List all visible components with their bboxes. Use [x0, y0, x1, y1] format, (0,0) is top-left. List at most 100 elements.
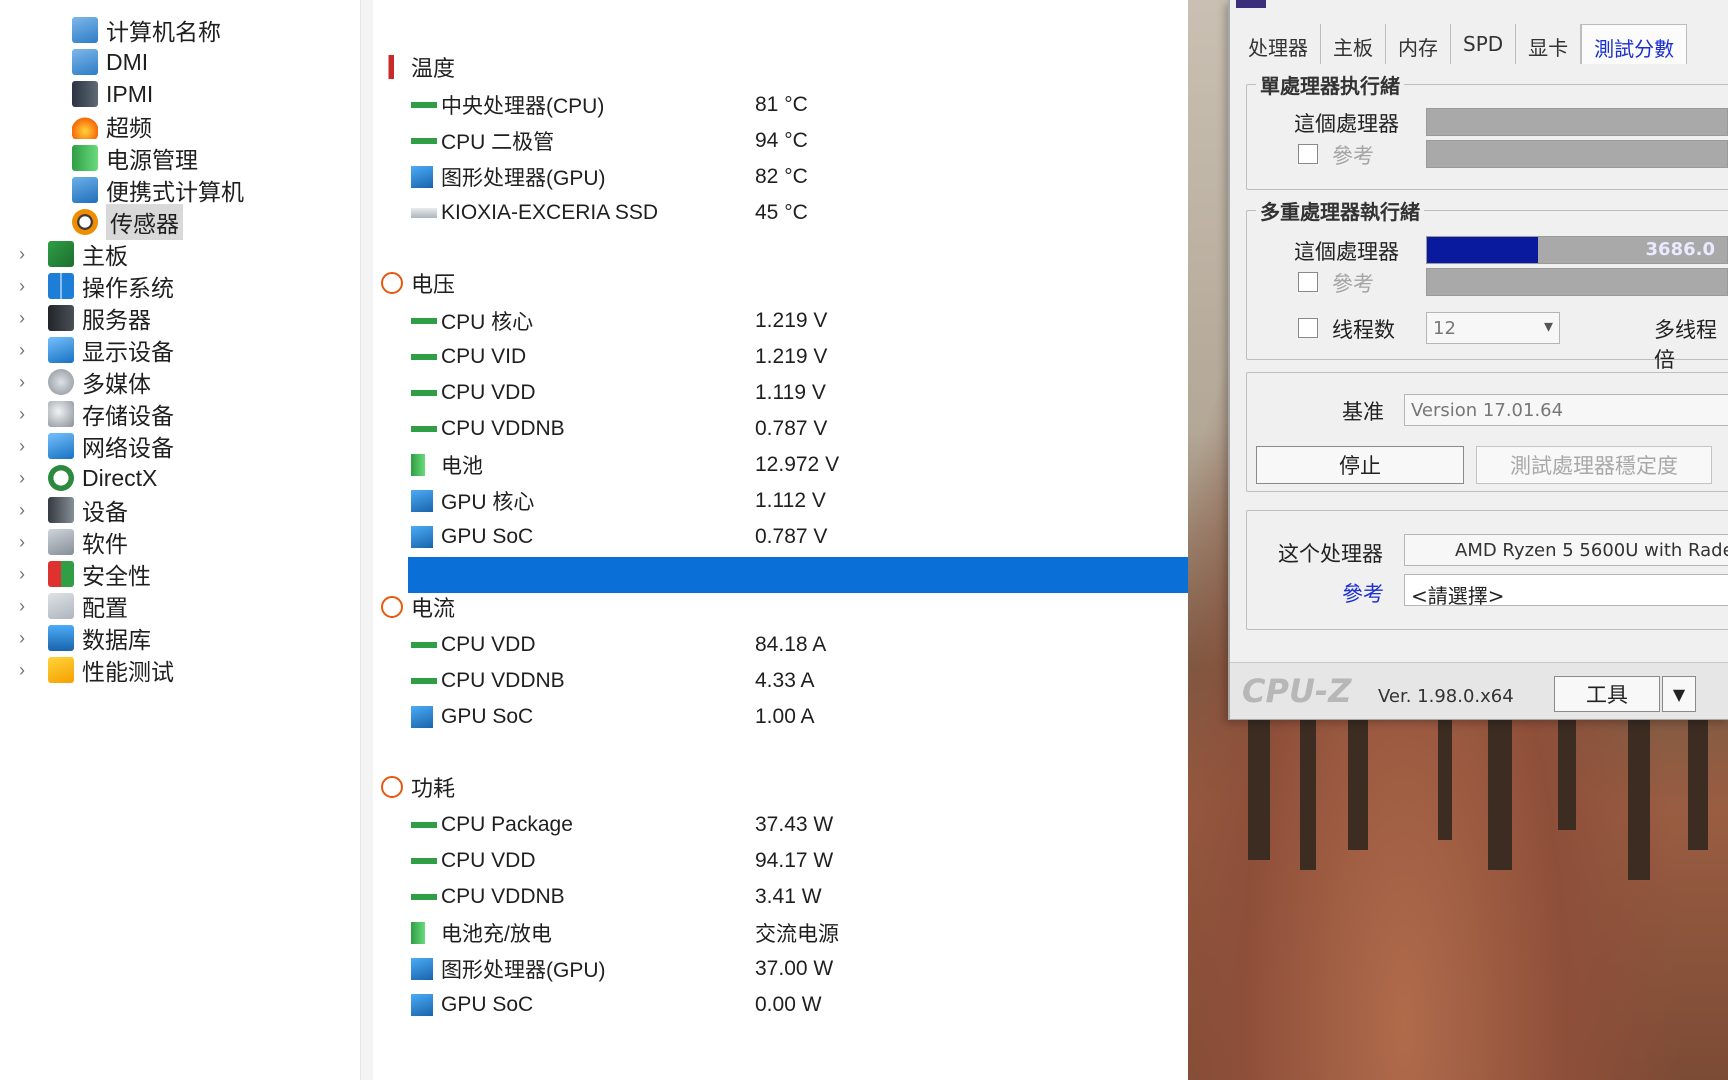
sensor-row[interactable]: 图形处理器(GPU) 82 °C [373, 160, 1173, 194]
sensor-value: 45 °C [755, 201, 808, 224]
tree-item[interactable]: 超频 [72, 110, 152, 142]
chevron-right-icon[interactable]: › [12, 564, 32, 585]
chevron-right-icon[interactable]: › [12, 244, 32, 265]
reference-select[interactable]: <請選擇> [1404, 574, 1728, 606]
chevron-right-icon[interactable]: › [12, 276, 32, 297]
threads-checkbox[interactable] [1298, 318, 1318, 338]
tree-item[interactable]: › 性能测试 [12, 654, 174, 686]
selected-row[interactable] [408, 557, 1188, 593]
sensor-group-title: 电压 [411, 272, 456, 297]
tree-item[interactable]: › 存储设备 [12, 398, 174, 430]
sensor-row[interactable]: CPU Package 37.43 W [373, 808, 1173, 842]
power-icon [381, 776, 403, 798]
chevron-right-icon[interactable]: › [12, 660, 32, 681]
multi-ref-checkbox[interactable] [1298, 272, 1318, 292]
chevron-right-icon[interactable]: › [12, 308, 32, 329]
chevron-right-icon[interactable]: › [12, 500, 32, 521]
tree-item[interactable]: › 数据库 [12, 622, 151, 654]
network-icon [48, 433, 74, 459]
tree-item-label: 性能测试 [82, 659, 174, 685]
sensor-value: 37.43 W [755, 813, 834, 836]
sensor-value: 94 °C [755, 129, 808, 152]
chevron-right-icon[interactable]: › [12, 532, 32, 553]
sensor-row[interactable]: CPU VDD 1.119 V [373, 376, 1173, 410]
chevron-right-icon[interactable]: › [12, 628, 32, 649]
sensor-label: CPU VDD [441, 381, 536, 404]
sensor-label: CPU VDDNB [441, 669, 565, 692]
tab-processor[interactable]: 处理器 [1236, 24, 1321, 64]
tab-spd[interactable]: SPD [1451, 24, 1517, 64]
tree-item[interactable]: IPMI [72, 78, 153, 110]
sensor-row[interactable]: CPU VDDNB 0.787 V [373, 412, 1173, 446]
tree-item[interactable]: › 网络设备 [12, 430, 174, 462]
tree-item[interactable]: 便携式计算机 [72, 174, 244, 206]
stop-button[interactable]: 停止 [1256, 446, 1464, 484]
tree-item[interactable]: › 多媒体 [12, 366, 151, 398]
chevron-right-icon[interactable]: › [12, 340, 32, 361]
sensor-row[interactable]: 中央处理器(CPU) 81 °C [373, 88, 1173, 122]
tree-item[interactable]: › 配置 [12, 590, 128, 622]
chevron-right-icon[interactable]: › [12, 468, 32, 489]
cpu-icon [411, 422, 437, 436]
baseline-label: 基准 [1342, 400, 1384, 424]
tree-item[interactable]: › 显示设备 [12, 334, 174, 366]
sensor-value: 12.972 V [755, 453, 840, 476]
sensor-row[interactable]: 电池 12.972 V [373, 448, 1173, 482]
tab-graphics[interactable]: 显卡 [1516, 24, 1582, 64]
tree-item[interactable]: › 操作系统 [12, 270, 174, 302]
sensor-row[interactable]: CPU VDD 94.17 W [373, 844, 1173, 878]
sensor-group-temperature[interactable]: 温度 [373, 50, 1173, 84]
sensor-group-current[interactable]: 电流 [373, 590, 1173, 624]
xbox-icon [48, 465, 74, 491]
tab-memory[interactable]: 内存 [1386, 24, 1451, 64]
tree-item-label: DirectX [82, 464, 158, 491]
tree-item[interactable]: 计算机名称 [72, 14, 221, 46]
tree-item-label: 传感器 [106, 204, 183, 240]
tree-item[interactable]: › DirectX [12, 462, 157, 494]
chevron-right-icon[interactable]: › [12, 596, 32, 617]
tree-item[interactable]: 传感器 [72, 204, 183, 240]
sensor-value: 82 °C [755, 165, 808, 188]
tree-item[interactable]: DMI [72, 46, 148, 78]
sensor-row[interactable]: CPU VDDNB 3.41 W [373, 880, 1173, 914]
tree-item[interactable]: › 软件 [12, 526, 128, 558]
sensor-group-voltage[interactable]: 电压 [373, 266, 1173, 300]
sensor-group-power[interactable]: 功耗 [373, 770, 1173, 804]
baseline-select[interactable]: Version 17.01.64 [1404, 394, 1728, 426]
sensor-row[interactable]: CPU 二极管 94 °C [373, 124, 1173, 158]
tree-item[interactable]: › 服务器 [12, 302, 151, 334]
chevron-right-icon[interactable]: › [12, 436, 32, 457]
sensor-row[interactable]: 电池充/放电 交流电源 [373, 916, 1173, 950]
sensor-row[interactable]: KIOXIA-EXCERIA SSD 45 °C [373, 196, 1173, 230]
stability-test-button[interactable]: 測試處理器穩定度 [1476, 446, 1712, 484]
tools-button[interactable]: 工具 [1554, 676, 1660, 712]
tree-item-label: 多媒体 [82, 371, 151, 397]
tab-bench[interactable]: 測試分數 [1581, 24, 1688, 64]
sensor-row[interactable]: CPU VID 1.219 V [373, 340, 1173, 374]
tree-item[interactable]: › 设备 [12, 494, 128, 526]
sensor-row[interactable]: CPU VDDNB 4.33 A [373, 664, 1173, 698]
sensor-row[interactable]: GPU SoC 0.787 V [373, 520, 1173, 554]
sensor-row[interactable]: GPU SoC 0.00 W [373, 988, 1173, 1022]
chevron-right-icon[interactable]: › [12, 372, 32, 393]
cpu-icon [411, 350, 437, 364]
tree-item[interactable]: 电源管理 [72, 142, 198, 174]
sensor-row[interactable]: GPU 核心 1.112 V [373, 484, 1173, 518]
sensor-row[interactable]: 图形处理器(GPU) 37.00 W [373, 952, 1173, 986]
sensor-row[interactable]: CPU 核心 1.219 V [373, 304, 1173, 338]
tree-item[interactable]: › 主板 [12, 238, 128, 270]
tree-item[interactable]: › 安全性 [12, 558, 151, 590]
tree-item-label: 数据库 [82, 627, 151, 653]
threads-select[interactable]: 12 ▾ [1426, 312, 1560, 344]
tools-dropdown-icon[interactable]: ▼ [1662, 676, 1696, 712]
cpu-icon [411, 674, 437, 688]
server-icon [48, 305, 74, 331]
single-ref-checkbox[interactable] [1298, 144, 1318, 164]
chevron-right-icon[interactable]: › [12, 404, 32, 425]
this-cpu-label: 这个处理器 [1278, 542, 1383, 566]
cpu-icon [411, 134, 437, 148]
tab-mainboard[interactable]: 主板 [1321, 24, 1386, 64]
sensor-row[interactable]: GPU SoC 1.00 A [373, 700, 1173, 734]
splitter[interactable] [360, 0, 374, 1080]
sensor-row[interactable]: CPU VDD 84.18 A [373, 628, 1173, 662]
